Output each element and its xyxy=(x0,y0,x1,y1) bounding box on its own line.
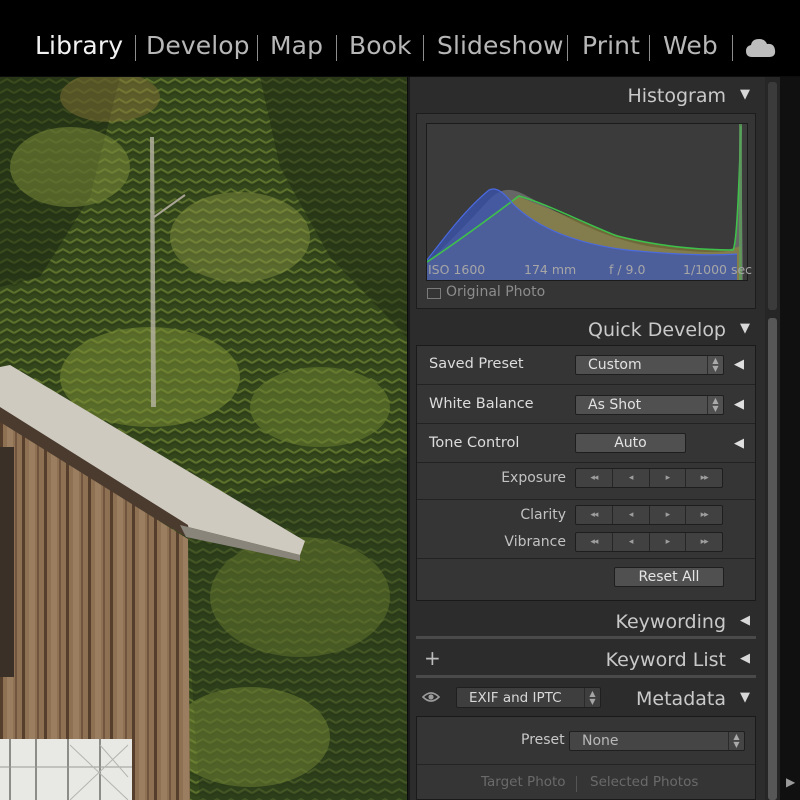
reset-all-button[interactable]: Reset All xyxy=(614,567,724,587)
decrease-small-icon[interactable]: ◂ xyxy=(613,506,650,524)
panel-scrollbar-thumb-upper[interactable] xyxy=(768,82,777,310)
panel-scrollbar-thumb[interactable] xyxy=(768,318,777,800)
clarity-stepper[interactable]: ◂◂ ◂ ▸ ▸▸ xyxy=(575,505,723,525)
expand-triangle-icon[interactable]: ◀ xyxy=(740,651,750,666)
cloud-icon[interactable] xyxy=(746,37,776,59)
module-separator xyxy=(649,35,650,61)
target-photo-option[interactable]: Target Photo xyxy=(481,774,566,790)
row-divider xyxy=(417,558,755,559)
original-photo-checkbox[interactable] xyxy=(427,288,441,299)
increase-small-icon[interactable]: ▸ xyxy=(650,533,687,551)
decrease-large-icon[interactable]: ◂◂ xyxy=(576,506,613,524)
expand-panel-arrow-icon[interactable]: ▶ xyxy=(786,775,795,789)
section-divider xyxy=(416,675,756,678)
photo-image xyxy=(0,77,407,800)
spinner-arrows-icon: ▲ ▼ xyxy=(707,396,723,414)
spinner-arrows-icon: ▲ ▼ xyxy=(707,356,723,374)
tone-control-label: Tone Control xyxy=(429,435,520,451)
right-edge-strip: ▶ xyxy=(780,77,800,800)
keyword-list-title: Keyword List xyxy=(605,649,726,671)
increase-large-icon[interactable]: ▸▸ xyxy=(686,533,722,551)
metadata-title: Metadata xyxy=(636,688,726,710)
photo-preview[interactable] xyxy=(0,77,407,800)
auto-tone-button[interactable]: Auto xyxy=(575,433,686,453)
row-divider xyxy=(417,764,755,765)
module-separator xyxy=(567,35,568,61)
decrease-small-icon[interactable]: ◂ xyxy=(613,533,650,551)
collapse-triangle-icon[interactable]: ▼ xyxy=(740,321,750,336)
expand-white-balance-icon[interactable]: ◀ xyxy=(734,397,744,412)
clarity-label: Clarity xyxy=(520,507,566,523)
shutter-readout: 1/1000 sec xyxy=(683,262,753,277)
row-divider xyxy=(417,462,755,463)
module-picker: Library Develop Map Book Slideshow Print… xyxy=(0,0,800,76)
keyword-list-header[interactable]: Keyword List ◀ xyxy=(416,643,756,679)
keywording-title: Keywording xyxy=(615,611,726,633)
histogram-graph[interactable] xyxy=(426,123,748,281)
spinner-arrows-icon: ▲ ▼ xyxy=(728,732,744,750)
module-book[interactable]: Book xyxy=(349,31,412,60)
metadata-preset-value: None xyxy=(582,733,619,749)
exposure-label: Exposure xyxy=(501,470,566,486)
expand-saved-preset-icon[interactable]: ◀ xyxy=(734,357,744,372)
collapse-triangle-icon[interactable]: ▼ xyxy=(740,87,750,102)
module-separator xyxy=(336,35,337,61)
aperture-readout: f / 9.0 xyxy=(609,262,646,277)
row-divider xyxy=(417,423,755,424)
white-balance-select[interactable]: As Shot ▲ ▼ xyxy=(575,395,724,415)
quick-develop-header[interactable]: Quick Develop ▼ xyxy=(416,313,756,349)
saved-preset-label: Saved Preset xyxy=(429,356,524,372)
metadata-preset-label: Preset xyxy=(521,732,565,748)
increase-small-icon[interactable]: ▸ xyxy=(650,469,687,487)
option-separator xyxy=(576,776,577,792)
module-map[interactable]: Map xyxy=(270,31,323,60)
white-balance-value: As Shot xyxy=(588,397,642,413)
saved-preset-select[interactable]: Custom ▲ ▼ xyxy=(575,355,724,375)
module-slideshow[interactable]: Slideshow xyxy=(437,31,564,60)
expand-triangle-icon[interactable]: ◀ xyxy=(740,613,750,628)
decrease-small-icon[interactable]: ◂ xyxy=(613,469,650,487)
collapse-triangle-icon[interactable]: ▼ xyxy=(740,690,750,705)
module-separator xyxy=(135,35,136,61)
vibrance-label: Vibrance xyxy=(504,534,566,550)
expand-tone-control-icon[interactable]: ◀ xyxy=(734,436,744,451)
increase-large-icon[interactable]: ▸▸ xyxy=(686,506,722,524)
increase-small-icon[interactable]: ▸ xyxy=(650,506,687,524)
module-separator xyxy=(257,35,258,61)
histogram-title: Histogram xyxy=(627,85,726,107)
metadata-preset-select[interactable]: None ▲ ▼ xyxy=(569,731,745,751)
module-web[interactable]: Web xyxy=(663,31,718,60)
iso-readout: ISO 1600 xyxy=(428,262,486,277)
exposure-stepper[interactable]: ◂◂ ◂ ▸ ▸▸ xyxy=(575,468,723,488)
original-photo-label: Original Photo xyxy=(446,284,546,300)
decrease-large-icon[interactable]: ◂◂ xyxy=(576,533,613,551)
metadata-panel xyxy=(416,716,756,800)
metadata-header[interactable]: Metadata ▼ xyxy=(416,682,756,718)
increase-large-icon[interactable]: ▸▸ xyxy=(686,469,722,487)
module-library[interactable]: Library xyxy=(35,31,123,60)
white-balance-label: White Balance xyxy=(429,396,534,412)
vibrance-stepper[interactable]: ◂◂ ◂ ▸ ▸▸ xyxy=(575,532,723,552)
selected-photos-option[interactable]: Selected Photos xyxy=(590,774,698,790)
module-separator xyxy=(732,35,733,61)
decrease-large-icon[interactable]: ◂◂ xyxy=(576,469,613,487)
row-divider xyxy=(417,384,755,385)
quick-develop-title: Quick Develop xyxy=(588,319,726,341)
saved-preset-value: Custom xyxy=(588,357,642,373)
row-divider xyxy=(417,499,755,500)
module-print[interactable]: Print xyxy=(582,31,640,60)
module-separator xyxy=(423,35,424,61)
histogram-header[interactable]: Histogram ▼ xyxy=(416,79,756,115)
module-develop[interactable]: Develop xyxy=(146,31,250,60)
section-divider xyxy=(416,636,756,639)
histogram-curves xyxy=(426,124,743,280)
focal-length-readout: 174 mm xyxy=(524,262,577,277)
